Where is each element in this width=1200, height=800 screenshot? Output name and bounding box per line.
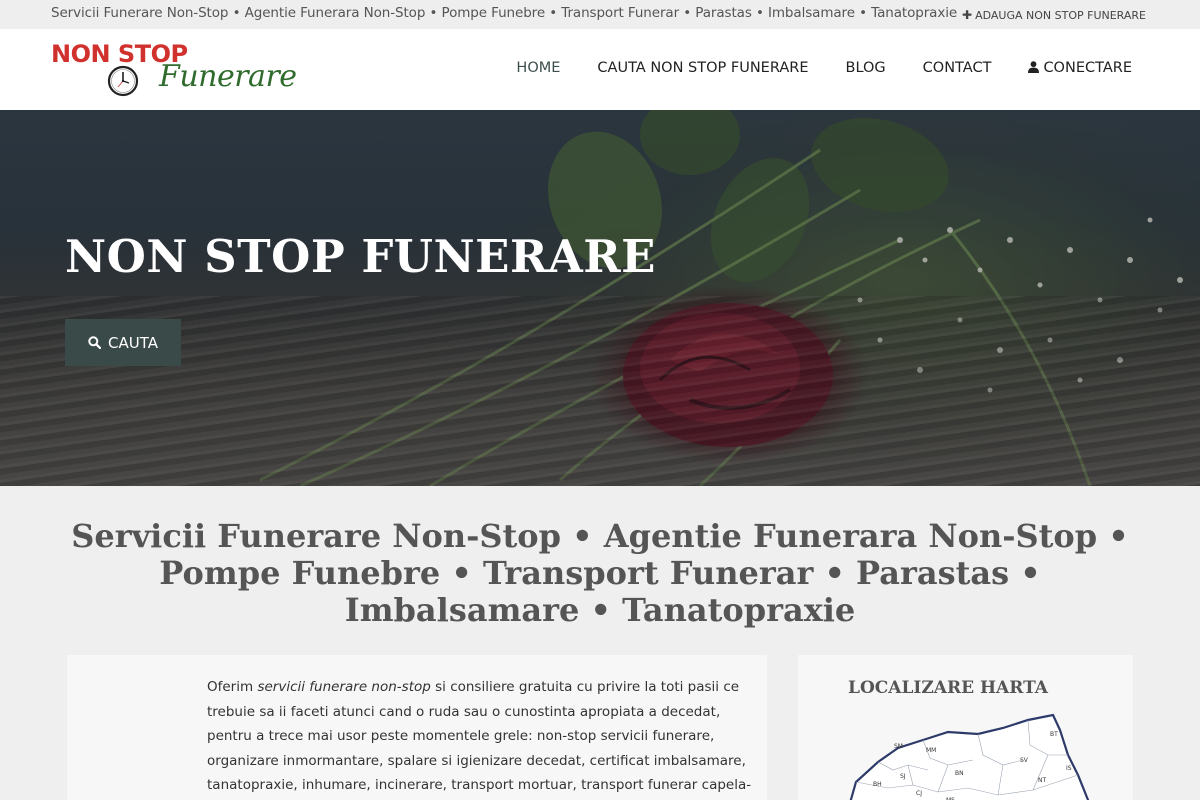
top-tagline: Servicii Funerare Non-Stop • Agentie Fun…: [51, 5, 958, 21]
hero-search-label: CAUTA: [108, 333, 158, 352]
top-bar: Servicii Funerare Non-Stop • Agentie Fun…: [0, 0, 1200, 29]
county-label: MM: [926, 747, 936, 754]
nav-login-label: CONECTARE: [1043, 60, 1132, 76]
site-logo[interactable]: NON STOP Funerare: [51, 40, 297, 101]
hero-search-button[interactable]: CAUTA: [65, 319, 181, 366]
romania-map[interactable]: SM MM BT SV BH SJ BN IS NT CJ MS HR VS B…: [838, 710, 1098, 800]
county-label: SM: [894, 743, 903, 750]
county-label: BT: [1050, 731, 1058, 738]
add-listing-label: ADAUGA NON STOP FUNERARE: [975, 8, 1146, 22]
clock-icon: [107, 65, 139, 97]
county-label: SJ: [900, 773, 906, 780]
county-label: CJ: [916, 790, 922, 797]
map-card: LOCALIZARE HARTA SM MM BT SV BH SJ BN IS…: [798, 655, 1133, 800]
hero-banner: NON STOP FUNERARE CAUTA: [0, 110, 1200, 486]
nav-search-funeral[interactable]: CAUTA NON STOP FUNERARE: [597, 60, 808, 76]
intro-emphasis: servicii funerare non-stop: [257, 679, 431, 695]
intro-text: Oferim servicii funerare non-stop si con…: [207, 679, 752, 793]
user-icon: [1028, 61, 1040, 73]
plus-icon: ✚: [962, 8, 973, 22]
site-header: NON STOP Funerare HOME CAUTA NON STOP FU…: [0, 29, 1200, 110]
page-headline: Servicii Funerare Non-Stop • Agentie Fun…: [71, 517, 1129, 629]
intro-card: Oferim servicii funerare non-stop si con…: [67, 655, 767, 800]
map-title: LOCALIZARE HARTA: [848, 678, 1048, 698]
nav-home[interactable]: HOME: [516, 60, 560, 76]
main-nav: HOME CAUTA NON STOP FUNERARE BLOG CONTAC…: [479, 60, 1132, 76]
county-label: BH: [873, 781, 882, 788]
county-label: IS: [1066, 765, 1072, 772]
nav-blog[interactable]: BLOG: [846, 60, 886, 76]
county-label: BN: [955, 770, 964, 777]
nav-login[interactable]: CONECTARE: [1028, 60, 1132, 76]
search-icon: [88, 336, 101, 349]
nav-contact[interactable]: CONTACT: [923, 60, 992, 76]
add-listing-link[interactable]: ✚ ADAUGA NON STOP FUNERARE: [962, 8, 1146, 22]
logo-text-script: Funerare: [159, 59, 297, 94]
hero-title: NON STOP FUNERARE: [65, 230, 656, 283]
county-label: SV: [1020, 757, 1029, 764]
county-label: NT: [1038, 777, 1046, 784]
